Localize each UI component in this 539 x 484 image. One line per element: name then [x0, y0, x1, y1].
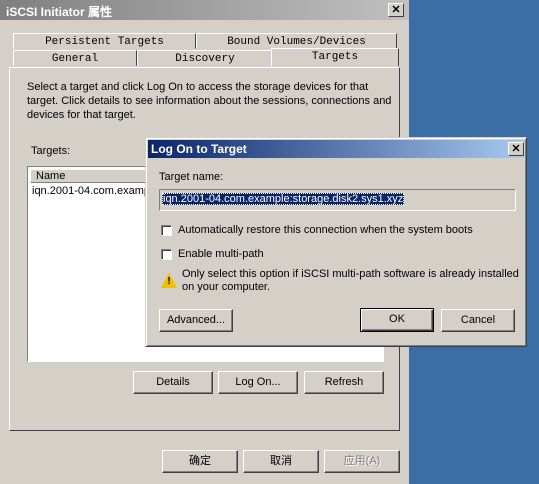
- dialog-titlebar[interactable]: Log On to Target ✕: [148, 140, 524, 158]
- list-item[interactable]: iqn.2001-04.com.examp: [32, 185, 150, 197]
- dialog-ok-button[interactable]: OK: [360, 308, 434, 332]
- tab-bound-volumes-devices[interactable]: Bound Volumes/Devices: [196, 33, 397, 49]
- auto-restore-label[interactable]: Automatically restore this connection wh…: [178, 224, 473, 236]
- targets-label: Targets:: [31, 145, 71, 157]
- dialog-cancel-button[interactable]: Cancel: [441, 309, 515, 332]
- window-title: iSCSI Initiator 属性: [6, 5, 113, 19]
- log-on-to-target-dialog: Log On to Target ✕ Target name: iqn.2001…: [145, 137, 527, 347]
- warning-icon: !: [161, 273, 177, 288]
- dialog-title: Log On to Target: [151, 142, 247, 156]
- log-on-button[interactable]: Log On...: [218, 371, 298, 394]
- tab-persistent-targets[interactable]: Persistent Targets: [13, 33, 196, 49]
- apply-button: 应用(A): [324, 450, 400, 473]
- tab-discovery[interactable]: Discovery: [137, 50, 273, 66]
- multipath-warning-text: Only select this option if iSCSI multi-p…: [182, 268, 519, 293]
- targets-description: Select a target and click Log On to acce…: [27, 81, 392, 121]
- multipath-label[interactable]: Enable multi-path: [178, 248, 264, 260]
- tab-targets[interactable]: Targets: [271, 48, 399, 66]
- dialog-close-icon[interactable]: ✕: [508, 142, 524, 156]
- ok-button[interactable]: 确定: [162, 450, 238, 473]
- advanced-button[interactable]: Advanced...: [159, 309, 233, 332]
- tab-general[interactable]: General: [13, 50, 137, 66]
- window-titlebar[interactable]: iSCSI Initiator 属性 ✕: [0, 0, 409, 20]
- auto-restore-checkbox[interactable]: [161, 225, 172, 236]
- refresh-button[interactable]: Refresh: [304, 371, 384, 394]
- target-name-label: Target name:: [159, 171, 224, 183]
- cancel-button[interactable]: 取消: [243, 450, 319, 473]
- target-name-value: iqn.2001-04.com.example:storage.disk2.sy…: [162, 193, 405, 205]
- column-name-label: Name: [36, 170, 66, 182]
- details-button[interactable]: Details: [133, 371, 213, 394]
- window-close-icon[interactable]: ✕: [388, 3, 404, 17]
- target-name-field[interactable]: iqn.2001-04.com.example:storage.disk2.sy…: [159, 189, 516, 211]
- multipath-checkbox[interactable]: [161, 249, 172, 260]
